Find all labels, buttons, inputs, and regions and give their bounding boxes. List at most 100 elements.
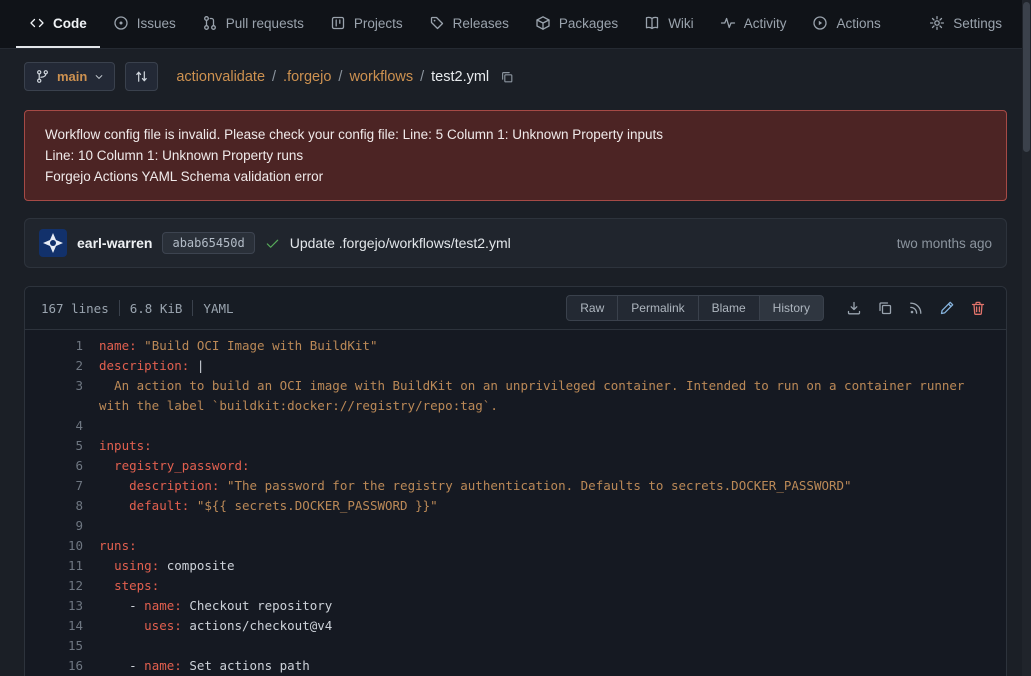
- download-icon: [846, 300, 862, 316]
- code-line: 8 default: "${{ secrets.DOCKER_PASSWORD …: [25, 496, 1006, 516]
- permalink-button[interactable]: Permalink: [617, 295, 698, 321]
- code-line: 3 An action to build an OCI image with B…: [25, 376, 1006, 416]
- branch-selector[interactable]: main: [24, 62, 115, 91]
- commit-status-check-icon[interactable]: [265, 236, 280, 251]
- project-icon: [330, 15, 346, 31]
- code-text: - name: Checkout repository: [99, 596, 1006, 616]
- code-text: inputs:: [99, 436, 1006, 456]
- edit-file-button[interactable]: [939, 300, 955, 316]
- tab-projects-label: Projects: [354, 16, 403, 31]
- download-button[interactable]: [846, 300, 862, 316]
- gear-icon: [929, 15, 945, 31]
- commit-hash-badge[interactable]: abab65450d: [162, 232, 254, 254]
- tag-icon: [429, 15, 445, 31]
- breadcrumb-separator: /: [338, 69, 342, 85]
- code-line: 4: [25, 416, 1006, 436]
- scrollbar[interactable]: [1022, 0, 1031, 676]
- book-icon: [644, 15, 660, 31]
- branch-name: main: [57, 69, 87, 84]
- issue-icon: [113, 15, 129, 31]
- tab-packages[interactable]: Packages: [522, 0, 631, 48]
- blame-button[interactable]: Blame: [698, 295, 760, 321]
- breadcrumb-dir-workflows[interactable]: workflows: [349, 69, 413, 85]
- compare-icon: [134, 69, 149, 84]
- branch-icon: [35, 69, 50, 84]
- code-text: description: "The password for the regis…: [99, 476, 1006, 496]
- code-text: using: composite: [99, 556, 1006, 576]
- tab-pull-requests[interactable]: Pull requests: [189, 0, 317, 48]
- line-number[interactable]: 11: [25, 556, 99, 576]
- code-line: 13 - name: Checkout repository: [25, 596, 1006, 616]
- rss-feed-button[interactable]: [908, 300, 924, 316]
- tab-code-label: Code: [53, 16, 87, 31]
- tab-releases[interactable]: Releases: [416, 0, 522, 48]
- file-line-count: 167 lines: [41, 301, 109, 316]
- tab-issues-label: Issues: [137, 16, 176, 31]
- raw-button[interactable]: Raw: [566, 295, 618, 321]
- code-lines: 1name: "Build OCI Image with BuildKit"2d…: [25, 330, 1006, 676]
- line-number[interactable]: 9: [25, 516, 99, 536]
- code-text: An action to build an OCI image with Bui…: [99, 376, 1006, 416]
- code-line: 6 registry_password:: [25, 456, 1006, 476]
- code-text: steps:: [99, 576, 1006, 596]
- error-line: Line: 10 Column 1: Unknown Property runs: [45, 145, 986, 166]
- pulse-icon: [720, 15, 736, 31]
- code-line: 16 - name: Set actions path: [25, 656, 1006, 676]
- line-number[interactable]: 6: [25, 456, 99, 476]
- code-text: [99, 416, 1006, 436]
- breadcrumb-bar: main actionvalidate / .forgejo / workflo…: [0, 49, 1031, 104]
- line-number[interactable]: 8: [25, 496, 99, 516]
- line-number[interactable]: 10: [25, 536, 99, 556]
- line-number[interactable]: 4: [25, 416, 99, 436]
- code-line: 12 steps:: [25, 576, 1006, 596]
- tab-wiki[interactable]: Wiki: [631, 0, 707, 48]
- line-number[interactable]: 16: [25, 656, 99, 676]
- line-number[interactable]: 3: [25, 376, 99, 416]
- scrollbar-thumb[interactable]: [1023, 2, 1030, 152]
- avatar[interactable]: [39, 229, 67, 257]
- line-number[interactable]: 1: [25, 336, 99, 356]
- delete-file-button[interactable]: [970, 300, 986, 316]
- code-line: 2description: |: [25, 356, 1006, 376]
- line-number[interactable]: 12: [25, 576, 99, 596]
- chevron-down-icon: [94, 72, 104, 82]
- code-line: 10runs:: [25, 536, 1006, 556]
- copy-path-button[interactable]: [500, 70, 514, 84]
- commit-message[interactable]: Update .forgejo/workflows/test2.yml: [290, 235, 511, 251]
- code-line: 1name: "Build OCI Image with BuildKit": [25, 336, 1006, 356]
- tab-actions[interactable]: Actions: [799, 0, 893, 48]
- error-line: Forgejo Actions YAML Schema validation e…: [45, 166, 986, 187]
- tab-code[interactable]: Code: [16, 0, 100, 48]
- code-line: 7 description: "The password for the reg…: [25, 476, 1006, 496]
- line-number[interactable]: 7: [25, 476, 99, 496]
- line-number[interactable]: 5: [25, 436, 99, 456]
- line-number[interactable]: 14: [25, 616, 99, 636]
- copy-content-button[interactable]: [877, 300, 893, 316]
- line-number[interactable]: 13: [25, 596, 99, 616]
- code-text: [99, 516, 1006, 536]
- code-text: description: |: [99, 356, 1006, 376]
- line-number[interactable]: 15: [25, 636, 99, 656]
- avatar-image: [39, 229, 67, 257]
- copy-icon: [500, 70, 514, 84]
- commit-author[interactable]: earl-warren: [77, 235, 152, 251]
- tab-activity[interactable]: Activity: [707, 0, 800, 48]
- compare-button[interactable]: [125, 62, 158, 91]
- code-icon: [29, 15, 45, 31]
- nav-spacer: [894, 0, 916, 48]
- code-line: 14 uses: actions/checkout@v4: [25, 616, 1006, 636]
- breadcrumb-repo[interactable]: actionvalidate: [176, 69, 265, 85]
- tab-issues[interactable]: Issues: [100, 0, 189, 48]
- file-size: 6.8 KiB: [130, 301, 183, 316]
- file-header: 167 lines 6.8 KiB YAML Raw Permalink Bla…: [25, 287, 1006, 330]
- history-button[interactable]: History: [759, 295, 824, 321]
- play-circle-icon: [812, 15, 828, 31]
- code-line: 9: [25, 516, 1006, 536]
- breadcrumb-separator: /: [420, 69, 424, 85]
- breadcrumb-dir-forgejo[interactable]: .forgejo: [283, 69, 331, 85]
- tab-projects[interactable]: Projects: [317, 0, 416, 48]
- tab-settings[interactable]: Settings: [916, 0, 1015, 48]
- line-number[interactable]: 2: [25, 356, 99, 376]
- file-view-buttons: Raw Permalink Blame History: [566, 295, 824, 321]
- copy-icon: [877, 300, 893, 316]
